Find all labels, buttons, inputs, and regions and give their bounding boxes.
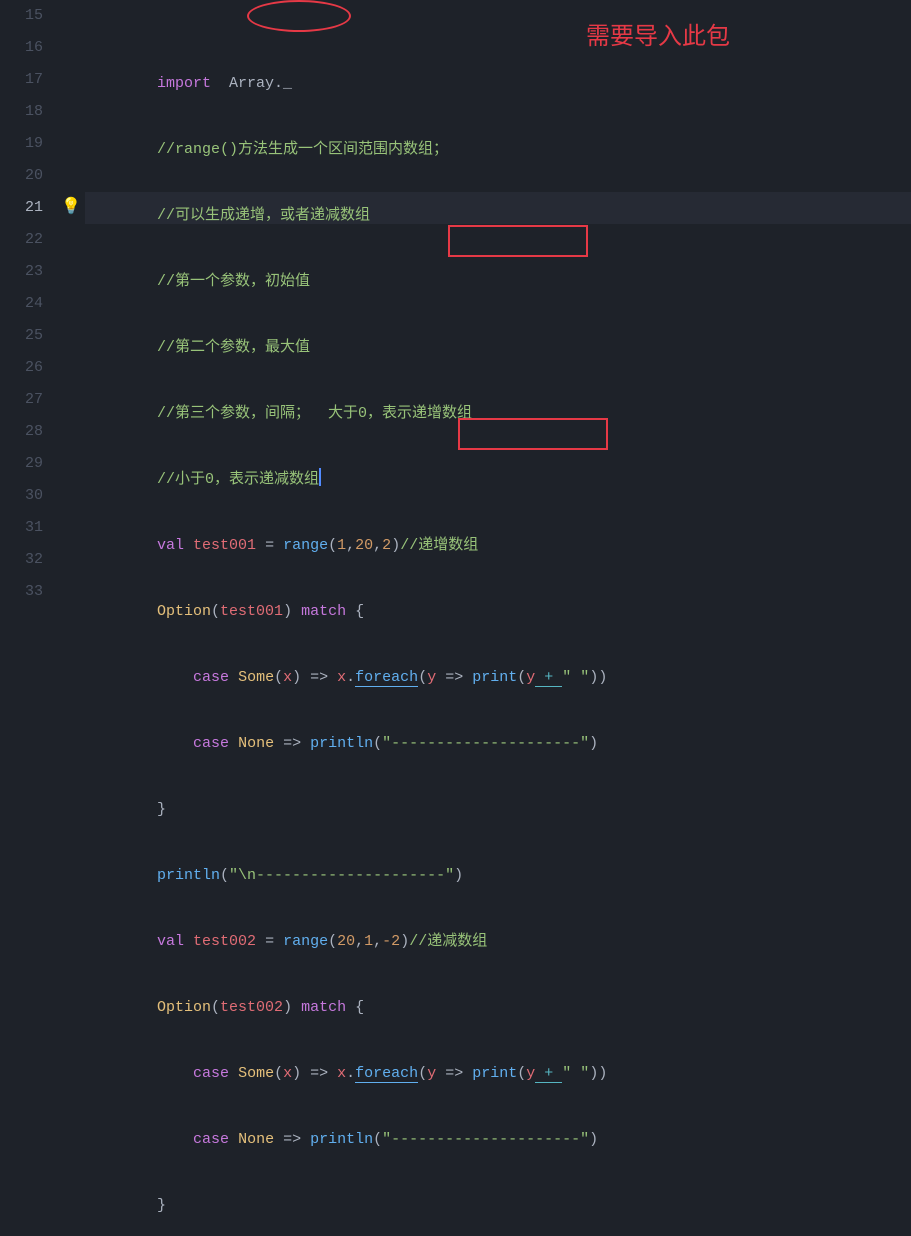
code-line: } bbox=[85, 1190, 911, 1222]
line-num: 24 bbox=[0, 288, 43, 320]
line-num: 18 bbox=[0, 96, 43, 128]
code-line: //可以生成递增，或者递减数组 bbox=[85, 200, 911, 232]
icons-column: 💡 bbox=[55, 0, 85, 618]
code-line: //第二个参数，最大值 bbox=[85, 332, 911, 364]
line-num: 33 bbox=[0, 576, 43, 608]
code-line: //小于0，表示递减数组 bbox=[85, 464, 911, 496]
line-num: 15 bbox=[0, 0, 43, 32]
line-num: 23 bbox=[0, 256, 43, 288]
code-line: val test002 = range(20,1,-2)//递减数组 bbox=[85, 926, 911, 958]
code-area[interactable]: import Array._ //range()方法生成一个区间范围内数组； /… bbox=[85, 0, 911, 618]
line-num: 25 bbox=[0, 320, 43, 352]
line-num: 27 bbox=[0, 384, 43, 416]
code-line: //range()方法生成一个区间范围内数组； bbox=[85, 134, 911, 166]
code-line: import Array._ bbox=[85, 68, 911, 100]
line-num: 16 bbox=[0, 32, 43, 64]
gutter: 15 16 17 18 19 20 21 22 23 24 25 26 27 2… bbox=[0, 0, 55, 618]
line-num: 17 bbox=[0, 64, 43, 96]
line-num: 20 bbox=[0, 160, 43, 192]
code-editor[interactable]: 15 16 17 18 19 20 21 22 23 24 25 26 27 2… bbox=[0, 0, 911, 618]
code-line: case None => println("------------------… bbox=[85, 1124, 911, 1156]
line-num: 31 bbox=[0, 512, 43, 544]
line-num: 19 bbox=[0, 128, 43, 160]
code-line: } bbox=[85, 794, 911, 826]
line-num: 29 bbox=[0, 448, 43, 480]
code-line: case None => println("------------------… bbox=[85, 728, 911, 760]
line-num: 22 bbox=[0, 224, 43, 256]
code-line: case Some(x) => x.foreach(y => print(y +… bbox=[85, 662, 911, 694]
line-num-active: 21 bbox=[0, 192, 43, 224]
line-num: 30 bbox=[0, 480, 43, 512]
code-line: Option(test002) match { bbox=[85, 992, 911, 1024]
line-num: 32 bbox=[0, 544, 43, 576]
code-line: val test001 = range(1,20,2)//递增数组 bbox=[85, 530, 911, 562]
line-num: 28 bbox=[0, 416, 43, 448]
line-num: 26 bbox=[0, 352, 43, 384]
lightbulb-icon[interactable]: 💡 bbox=[61, 196, 81, 216]
code-line: case Some(x) => x.foreach(y => print(y +… bbox=[85, 1058, 911, 1090]
code-line: //第一个参数，初始值 bbox=[85, 266, 911, 298]
code-line: Option(test001) match { bbox=[85, 596, 911, 628]
code-line: println("\n---------------------") bbox=[85, 860, 911, 892]
cursor bbox=[319, 468, 321, 486]
code-line: //第三个参数，间隔； 大于0，表示递增数组 bbox=[85, 398, 911, 430]
